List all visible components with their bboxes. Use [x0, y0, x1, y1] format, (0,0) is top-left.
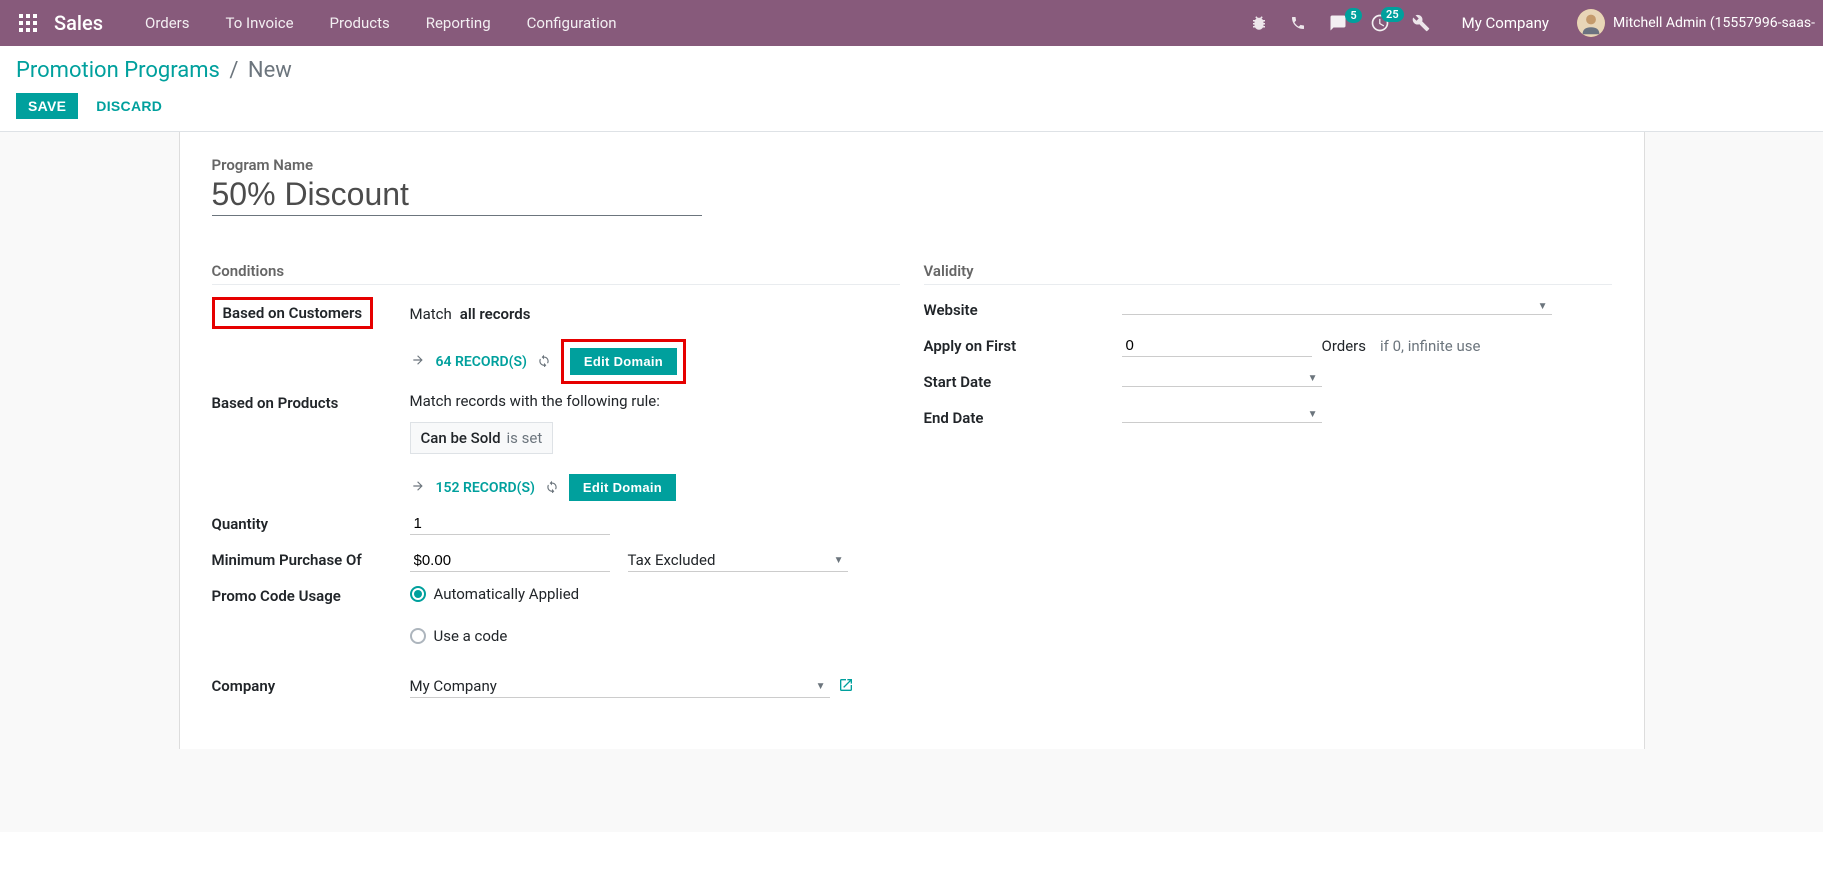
refresh-icon[interactable]	[545, 479, 559, 497]
breadcrumb: Promotion Programs / New	[16, 58, 1807, 83]
based-products-label: Based on Products	[212, 390, 410, 412]
menu-orders[interactable]: Orders	[127, 0, 208, 46]
group-validity: Validity Website ▼ Apply on First Orde	[924, 262, 1612, 709]
quantity-label: Quantity	[212, 511, 410, 533]
validity-title: Validity	[924, 262, 1612, 285]
edit-domain-highlight: Edit Domain	[561, 339, 686, 384]
tools-icon[interactable]	[1408, 14, 1434, 32]
website-select[interactable]: ▼	[1122, 299, 1552, 315]
tax-select[interactable]: Tax Excluded ▼	[628, 549, 848, 572]
company-select[interactable]: My Company ▼	[410, 675, 830, 698]
radio-unchecked-icon	[410, 628, 426, 644]
systray: 5 25 My Company Mitchell Admin (15557996…	[1246, 9, 1815, 37]
promo-code-label: Promo Code Usage	[212, 583, 410, 605]
form-sheet: Program Name Conditions Based on Custome…	[179, 132, 1645, 749]
company-select-value: My Company	[410, 677, 497, 695]
caret-down-icon: ▼	[1308, 409, 1318, 420]
tax-select-value: Tax Excluded	[628, 551, 716, 569]
menu-configuration[interactable]: Configuration	[509, 0, 635, 46]
start-date-label: Start Date	[924, 369, 1122, 391]
phone-icon[interactable]	[1286, 15, 1310, 31]
breadcrumb-root[interactable]: Promotion Programs	[16, 58, 220, 83]
apps-icon[interactable]	[16, 11, 40, 35]
promo-code-radio[interactable]: Use a code	[410, 627, 508, 645]
control-buttons: Save Discard	[16, 93, 1807, 119]
customers-match-text: Match all records	[410, 305, 900, 323]
program-name-label: Program Name	[212, 156, 1612, 174]
external-link-icon[interactable]	[838, 677, 854, 697]
main-menu: Orders To Invoice Products Reporting Con…	[127, 0, 635, 46]
quantity-input[interactable]	[410, 513, 610, 535]
apply-first-unit: Orders	[1322, 337, 1367, 355]
user-menu[interactable]: Mitchell Admin (15557996-saas-	[1577, 9, 1815, 37]
apply-first-label: Apply on First	[924, 333, 1122, 355]
end-date-label: End Date	[924, 405, 1122, 427]
company-label: Company	[212, 673, 410, 695]
conversations-badge: 5	[1345, 8, 1361, 23]
user-name: Mitchell Admin (15557996-saas-	[1613, 15, 1815, 31]
caret-down-icon: ▼	[834, 555, 844, 566]
edit-domain-products-button[interactable]: Edit Domain	[569, 474, 676, 501]
conversations-icon[interactable]: 5	[1324, 14, 1352, 32]
min-purchase-label: Minimum Purchase Of	[212, 547, 410, 569]
breadcrumb-current: New	[248, 58, 292, 83]
apply-first-input[interactable]	[1122, 335, 1312, 357]
top-navbar: Sales Orders To Invoice Products Reporti…	[0, 0, 1823, 46]
based-customers-label: Based on Customers	[223, 304, 363, 322]
group-conditions: Conditions Based on Customers Match all …	[212, 262, 900, 709]
customers-records-link[interactable]: 64 RECORD(S)	[436, 354, 527, 370]
activities-badge: 25	[1381, 7, 1404, 22]
menu-products[interactable]: Products	[312, 0, 408, 46]
promo-code-option-label: Use a code	[434, 627, 508, 645]
rule-tag: Can be Sold is set	[410, 422, 554, 454]
form-background: Program Name Conditions Based on Custome…	[0, 132, 1823, 832]
control-panel: Promotion Programs / New Save Discard	[0, 46, 1823, 132]
promo-auto-radio[interactable]: Automatically Applied	[410, 585, 580, 603]
products-match-text: Match records with the following rule:	[410, 392, 900, 410]
rule-value: is set	[507, 429, 543, 447]
company-switcher[interactable]: My Company	[1462, 14, 1549, 32]
activities-icon[interactable]: 25	[1366, 13, 1394, 33]
website-label: Website	[924, 297, 1122, 319]
caret-down-icon: ▼	[1538, 301, 1548, 312]
save-button[interactable]: Save	[16, 93, 78, 119]
arrow-icon	[410, 479, 426, 497]
start-date-input[interactable]: ▼	[1122, 371, 1322, 387]
edit-domain-customers-button[interactable]: Edit Domain	[570, 348, 677, 375]
breadcrumb-sep: /	[224, 58, 244, 83]
end-date-input[interactable]: ▼	[1122, 407, 1322, 423]
apply-first-hint: if 0, infinite use	[1380, 337, 1480, 355]
menu-to-invoice[interactable]: To Invoice	[208, 0, 312, 46]
debug-icon[interactable]	[1246, 14, 1272, 32]
avatar	[1577, 9, 1605, 37]
products-records-link[interactable]: 152 RECORD(S)	[436, 480, 535, 496]
discard-button[interactable]: Discard	[84, 93, 174, 119]
arrow-icon	[410, 353, 426, 371]
caret-down-icon: ▼	[816, 681, 826, 692]
promo-auto-label: Automatically Applied	[434, 585, 580, 603]
based-customers-highlight: Based on Customers	[212, 297, 374, 329]
min-purchase-input[interactable]	[410, 550, 610, 572]
program-name-input[interactable]	[212, 176, 702, 216]
conditions-title: Conditions	[212, 262, 900, 285]
refresh-icon[interactable]	[537, 353, 551, 371]
rule-field: Can be Sold	[421, 429, 501, 447]
caret-down-icon: ▼	[1308, 373, 1318, 384]
radio-checked-icon	[410, 586, 426, 602]
app-brand[interactable]: Sales	[54, 11, 103, 35]
menu-reporting[interactable]: Reporting	[408, 0, 509, 46]
